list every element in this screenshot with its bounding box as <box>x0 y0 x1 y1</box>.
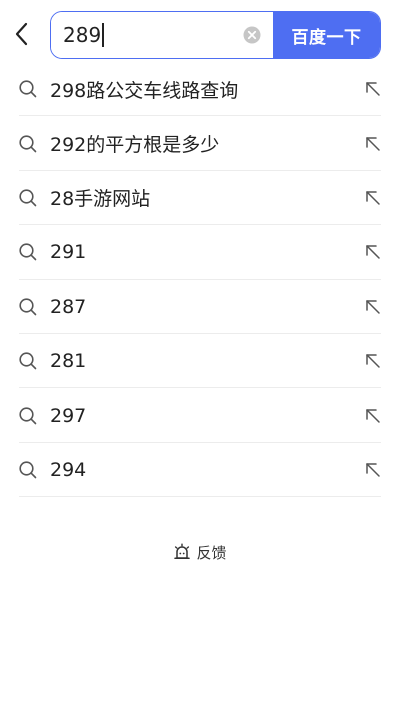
chevron-left-icon <box>15 22 28 46</box>
feedback-button[interactable]: 反馈 <box>0 540 400 564</box>
suggestion-text: 294 <box>50 458 87 481</box>
feedback-label: 反馈 <box>196 543 227 562</box>
suggestion-list: 298路公交车线路查询 292的平方根是多少 28手游网站 291 287 281 297 2… <box>0 62 400 498</box>
fill-query-button[interactable] <box>362 78 384 100</box>
search-icon <box>19 461 37 479</box>
suggestion-text: 297 <box>50 404 87 427</box>
search-input[interactable]: 289 <box>63 23 101 47</box>
suggestion-text: 291 <box>50 241 87 264</box>
suggestion-text: 292的平方根是多少 <box>50 134 220 157</box>
back-button[interactable] <box>6 14 38 54</box>
search-box: 289 百度一下 <box>50 11 381 59</box>
arrow-up-left-icon <box>366 136 380 151</box>
suggestion-item[interactable]: 281 <box>0 334 400 389</box>
suggestion-item[interactable]: 294 <box>0 443 400 498</box>
search-icon <box>19 134 37 152</box>
arrow-up-left-icon <box>366 245 380 260</box>
search-field[interactable]: 289 <box>51 12 273 58</box>
suggestion-item[interactable]: 292的平方根是多少 <box>0 116 400 172</box>
fill-query-button[interactable] <box>362 241 384 263</box>
suggestion-item[interactable]: 287 <box>0 280 400 335</box>
suggestion-item[interactable]: 297 <box>0 388 400 444</box>
fill-query-button[interactable] <box>362 459 384 481</box>
fill-query-button[interactable] <box>362 350 384 372</box>
suggestion-text: 281 <box>50 350 87 373</box>
search-icon <box>19 352 37 370</box>
search-icon <box>19 298 37 316</box>
suggestion-item[interactable]: 28手游网站 <box>0 171 400 226</box>
suggestion-text: 28手游网站 <box>50 188 151 211</box>
search-icon <box>19 189 37 207</box>
search-icon <box>19 406 37 424</box>
clear-circle-icon[interactable] <box>243 26 261 44</box>
fill-query-button[interactable] <box>362 187 384 209</box>
suggestion-item[interactable]: 291 <box>0 225 400 280</box>
feedback-icon <box>174 543 191 559</box>
submit-button[interactable]: 百度一下 <box>273 12 380 58</box>
arrow-up-left-icon <box>366 408 380 423</box>
fill-query-button[interactable] <box>362 405 384 427</box>
suggestion-text: 287 <box>50 295 87 318</box>
arrow-up-left-icon <box>366 354 380 368</box>
suggestion-text: 298路公交车线路查询 <box>50 79 239 102</box>
text-caret <box>102 23 105 47</box>
arrow-up-left-icon <box>366 463 380 477</box>
search-suggest-screen: 289 百度一下 298路公交车线路查询 292的平方根是多少 28手游网站 291 2… <box>0 0 400 710</box>
suggestion-item[interactable]: 298路公交车线路查询 <box>0 62 400 117</box>
arrow-up-left-icon <box>366 191 380 205</box>
fill-query-button[interactable] <box>362 133 384 155</box>
search-icon <box>19 243 37 261</box>
arrow-up-left-icon <box>366 82 380 96</box>
arrow-up-left-icon <box>366 300 380 314</box>
fill-query-button[interactable] <box>362 296 384 318</box>
search-icon <box>19 80 37 98</box>
